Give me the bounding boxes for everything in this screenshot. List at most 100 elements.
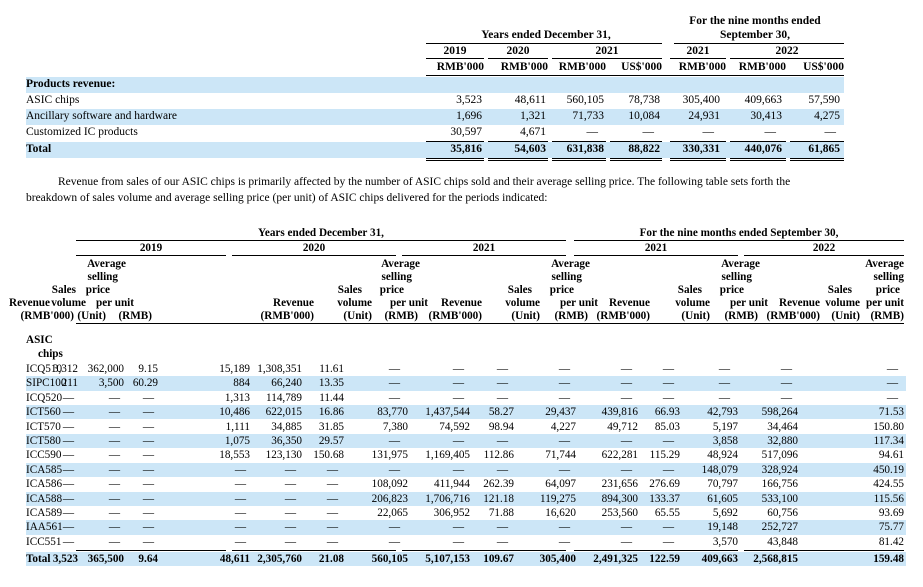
table-cell: 131,975: [371, 449, 408, 462]
table-cell: 150.68: [313, 449, 344, 462]
table-cell: 15,189: [219, 363, 250, 375]
table-row: ICQ520— — —1,313 114,789 11.44— — — — — — — — —: [26, 391, 906, 405]
t2-section-label: ASIC chips: [26, 334, 63, 360]
t1-unit: RMB'000: [558, 61, 606, 73]
table-cell: 262.39: [483, 478, 514, 491]
table-cell: 16.86: [318, 406, 344, 419]
row-label: Total: [26, 553, 51, 566]
table-cell: —: [142, 449, 154, 462]
table-cell: —: [558, 535, 570, 548]
t1-year-2021-nine: 2021: [686, 45, 710, 57]
table-cell: 36,350: [271, 435, 302, 447]
t1-unit: RMB'000: [738, 61, 786, 73]
row-label: ICA588: [26, 492, 63, 505]
table-row: ICT560— — —10,486 622,015 16.86 83,770 1,437,5…: [26, 405, 906, 420]
table-cell: 1,308,351: [257, 363, 302, 375]
table-cell: 16,620: [545, 507, 576, 519]
table-cell: 133.37: [649, 492, 680, 505]
t1-group-nine-1: For the nine months ended: [689, 15, 821, 27]
table-cell: 598,264: [761, 406, 798, 419]
t1-year-2020: 2020: [506, 45, 530, 57]
table-cell: 93.69: [878, 507, 904, 519]
table-cell: —: [496, 391, 508, 404]
table-cell: 29.57: [318, 435, 344, 447]
table-cell: —: [284, 521, 296, 534]
table-cell: —: [662, 391, 674, 404]
table-row: ICC551— — — — — — — — — — — —3,570 43,848 81.42: [26, 535, 906, 549]
table-row-total: Total 3,523 365,500 9.64 48,611 2,305,760 21.0…: [26, 552, 906, 567]
table-cell: 560,105: [371, 553, 408, 566]
table-cell: —: [496, 463, 508, 476]
table-cell: 1,313: [224, 391, 250, 404]
table-cell: 48,611: [219, 553, 250, 566]
table-cell: 231,656: [601, 478, 638, 491]
table-cell: 3,500: [98, 377, 124, 390]
table-cell: 5,107,153: [425, 553, 470, 566]
table-cell: —: [388, 363, 400, 375]
table-cell: —: [780, 363, 792, 375]
table-cell: 75.77: [878, 521, 904, 534]
table-cell: —: [662, 435, 674, 447]
table-cell: 10,486: [219, 406, 250, 419]
table-cell: —: [326, 535, 338, 548]
table-cell: 85.03: [654, 420, 680, 433]
table-cell: —: [496, 521, 508, 534]
table-cell: —: [108, 521, 120, 534]
table-row: IAA561— — — — — — — — — — — —19,148 252,727 75.77: [26, 520, 906, 535]
table-cell: 123,130: [265, 449, 302, 462]
table-cell: 60.29: [132, 377, 158, 390]
table-cell: 884: [233, 377, 250, 390]
table-cell: —: [620, 535, 632, 548]
table-cell: 1,111: [225, 420, 250, 433]
table-cell: —: [234, 535, 246, 548]
table-cell: —: [142, 420, 154, 433]
table-cell: —: [234, 478, 246, 491]
table-cell: —: [234, 521, 246, 534]
table-cell: —: [108, 463, 120, 476]
table-cell: 3,570: [712, 535, 738, 548]
row-label: IAA561: [26, 521, 63, 534]
table-cell: —: [326, 507, 338, 519]
table-cell: —: [326, 463, 338, 476]
table-cell: —: [108, 478, 120, 491]
table-cell: 42,793: [707, 406, 738, 419]
table-cell: 7,380: [382, 420, 408, 433]
table-cell: —: [780, 391, 792, 404]
table-cell: 306,952: [433, 507, 470, 519]
table-cell: —: [108, 391, 120, 404]
row-label: Total: [26, 143, 52, 155]
table-cell: 411,944: [434, 478, 470, 491]
row-label: ASIC chips: [26, 94, 80, 106]
table-cell: 1,706,716: [425, 492, 470, 505]
table-cell: 119,275: [540, 492, 576, 505]
table-cell: —: [62, 420, 74, 433]
table-cell: —: [284, 535, 296, 548]
table-cell: 276.69: [649, 478, 680, 491]
table-cell: 894,300: [601, 492, 638, 505]
asic-sales-table: Years ended December 31, For the nine mo…: [8, 227, 906, 567]
table-cell: —: [452, 377, 464, 390]
table-cell: 622,281: [601, 449, 638, 462]
table-cell: —: [620, 521, 632, 534]
t1-year-2019: 2019: [443, 45, 467, 57]
table-cell: —: [780, 377, 792, 390]
table-row: ICA589— — — — — —22,065 306,952 71.88 16,620 253,…: [26, 506, 906, 520]
table-cell: 148,079: [701, 463, 738, 476]
table-cell: 517,096: [761, 449, 798, 462]
table-cell: —: [284, 463, 296, 476]
table-cell: 9.64: [138, 553, 158, 566]
table-cell: —: [620, 377, 632, 390]
table-cell: —: [284, 507, 296, 519]
t1-year-2022-nine: 2022: [775, 45, 799, 57]
table-cell: 114,789: [266, 391, 302, 404]
table-cell: 13.35: [318, 377, 344, 390]
table-cell: 29,437: [545, 406, 576, 419]
table-cell: —: [62, 478, 74, 491]
table-cell: 18,553: [219, 449, 250, 462]
body-paragraph: Revenue from sales of our ASIC chips is …: [26, 176, 791, 204]
table-cell: —: [662, 363, 674, 375]
table-row: ICC590— — —18,553 123,130 150.68 131,975 1,169…: [26, 448, 906, 462]
table-cell: 70,797: [707, 478, 738, 491]
table-cell: 150.80: [873, 420, 904, 433]
table-cell: —: [388, 377, 400, 390]
